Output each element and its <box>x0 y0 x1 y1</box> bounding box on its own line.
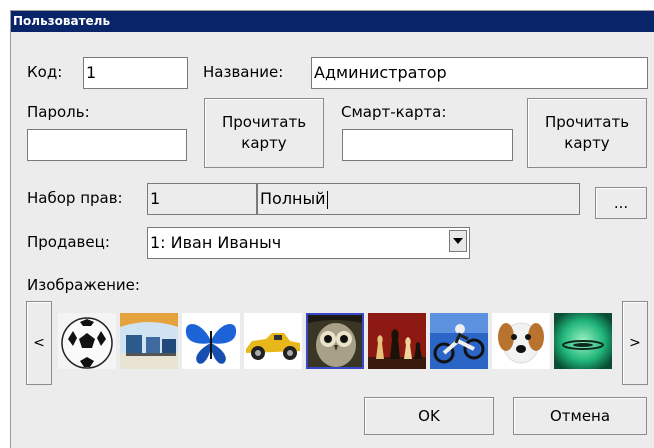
password-label: Пароль: <box>27 103 90 121</box>
seller-select[interactable]: 1: Иван Иваныч <box>147 227 470 259</box>
name-label: Название: <box>203 63 284 81</box>
code-label: Код: <box>27 63 63 81</box>
motocross-icon <box>430 313 488 369</box>
image-label: Изображение: <box>27 276 140 294</box>
read-card-button-label: Прочитать карту <box>221 113 307 152</box>
cancel-button-label: Отмена <box>549 406 611 425</box>
gallery-image-blue-butterfly[interactable] <box>182 313 240 369</box>
dialog-title: Пользователь <box>11 11 654 32</box>
race-car-icon <box>244 313 302 369</box>
read-card-button[interactable]: Прочитать карту <box>204 98 324 168</box>
text-caret <box>326 190 328 209</box>
rights-label: Набор прав: <box>27 189 123 207</box>
chess-pieces-icon <box>368 313 426 369</box>
chevron-down-icon[interactable] <box>449 230 467 252</box>
gallery-image-beach-chairs[interactable] <box>120 313 178 369</box>
smartcard-label: Смарт-карта: <box>341 103 447 121</box>
ok-button-label: OK <box>418 406 440 425</box>
rights-browse-button[interactable]: ... <box>595 187 647 219</box>
chevron-right-icon: > <box>629 334 641 351</box>
gallery-image-green-water-drop[interactable] <box>554 313 612 369</box>
gallery-image-owl[interactable] <box>306 313 364 369</box>
seller-label: Продавец: <box>27 233 110 251</box>
gallery-image-soccer-ball[interactable] <box>58 313 116 369</box>
cancel-button[interactable]: Отмена <box>513 397 647 435</box>
read-card-2-button[interactable]: Прочитать карту <box>527 98 647 168</box>
read-card-2-button-label: Прочитать карту <box>544 113 630 152</box>
chevron-left-icon: < <box>33 334 45 351</box>
gallery-prev-button[interactable]: < <box>26 301 52 385</box>
gallery-image-race-car[interactable] <box>244 313 302 369</box>
name-field[interactable]: Администратор <box>311 57 648 89</box>
soccer-ball-icon <box>58 313 116 369</box>
seller-selected-value: 1: Иван Иваныч <box>150 233 282 252</box>
rights-id-field: 1 <box>147 183 257 215</box>
gallery-next-button[interactable]: > <box>622 301 648 385</box>
smartcard-field[interactable] <box>342 129 513 161</box>
gallery-image-motocross-rider[interactable] <box>430 313 488 369</box>
rights-name-field: Полный <box>257 183 580 215</box>
ok-button[interactable]: OK <box>364 397 494 435</box>
user-dialog: Пользователь Код: 1 Название: Администра… <box>10 10 654 448</box>
butterfly-icon <box>182 313 240 369</box>
code-field[interactable]: 1 <box>83 57 188 89</box>
water-drop-icon <box>554 313 612 369</box>
dog-icon <box>492 313 550 369</box>
owl-icon <box>308 315 362 367</box>
beach-chairs-icon <box>120 313 178 369</box>
gallery-image-chess-pieces[interactable] <box>368 313 426 369</box>
rights-name-text: Полный <box>260 189 326 208</box>
password-field[interactable] <box>27 129 187 161</box>
rights-browse-label: ... <box>613 193 629 212</box>
gallery-image-dog[interactable] <box>492 313 550 369</box>
